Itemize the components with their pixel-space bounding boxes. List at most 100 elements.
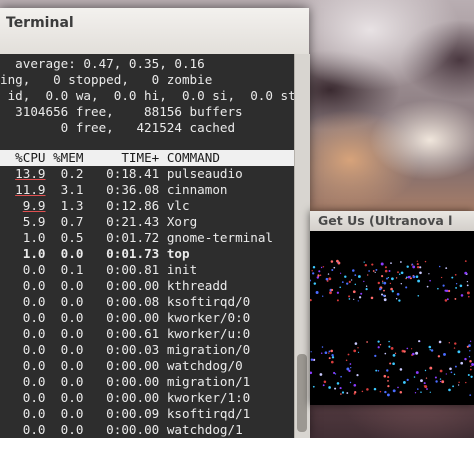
command-value: kworker/0:0 bbox=[159, 310, 251, 325]
visualization-dot bbox=[379, 390, 382, 393]
visualization-dot bbox=[361, 390, 364, 393]
cpu-value: 1.0 bbox=[0, 246, 46, 261]
process-row: 0.0 0.0 0:00.00 watchdog/1 bbox=[0, 422, 243, 438]
visualization-dot bbox=[470, 365, 472, 368]
column-header-mem: %MEM bbox=[45, 150, 84, 165]
visualization-dot bbox=[386, 393, 390, 397]
visualization-dot bbox=[469, 368, 472, 371]
terminal-window[interactable]: Terminal average: 0.47, 0.35, 0.16 ing, … bbox=[0, 8, 310, 438]
visualization-dot bbox=[350, 279, 353, 281]
command-value: watchdog/0 bbox=[159, 358, 243, 373]
visualization-dot bbox=[465, 381, 467, 384]
visualization-dot bbox=[340, 375, 342, 378]
time-value: 0:00.00 bbox=[83, 390, 160, 405]
visualization-dot bbox=[400, 271, 404, 275]
terminal-screen[interactable]: average: 0.47, 0.35, 0.16 ing, 0 stopped… bbox=[0, 54, 294, 438]
column-header-time: TIME+ bbox=[83, 150, 160, 165]
visualization-dot bbox=[339, 272, 342, 274]
visualization-dot bbox=[426, 388, 428, 390]
terminal-titlebar[interactable]: Terminal bbox=[0, 8, 309, 55]
visualization-dot bbox=[354, 283, 357, 286]
visualization-dot bbox=[397, 271, 399, 274]
process-row: 0.0 0.0 0:00.61 kworker/u:0 bbox=[0, 326, 251, 342]
cpu-value: 11.9 bbox=[15, 182, 46, 197]
process-row: 0.0 0.0 0:00.03 migration/0 bbox=[0, 342, 251, 358]
time-value: 0:00.08 bbox=[83, 294, 160, 309]
process-row: 13.9 0.2 0:18.41 pulseaudio bbox=[0, 166, 243, 182]
command-value: init bbox=[159, 262, 198, 277]
visualization-dot bbox=[331, 268, 334, 272]
process-row: 9.9 1.3 0:12.86 vlc bbox=[0, 198, 190, 214]
visualization-dot bbox=[418, 340, 421, 343]
visualization-dot bbox=[363, 280, 365, 283]
process-row: 0.0 0.0 0:00.00 kthreadd bbox=[0, 278, 228, 294]
visualization-dot bbox=[444, 299, 448, 302]
visualization-dot bbox=[310, 371, 313, 375]
visualization-dot bbox=[455, 283, 458, 285]
visualization-dot bbox=[322, 266, 325, 268]
visualization-dot bbox=[379, 344, 382, 346]
visualization-dot bbox=[454, 297, 457, 300]
time-value: 0:21.43 bbox=[83, 214, 160, 229]
visualization-dot bbox=[464, 357, 467, 361]
visualization-dot bbox=[374, 354, 377, 358]
visualization-dot bbox=[310, 279, 312, 282]
cpu-value: 9.9 bbox=[22, 198, 46, 213]
visualization-dot bbox=[312, 385, 315, 388]
visualization-dot bbox=[430, 349, 434, 352]
process-row: 11.9 3.1 0:36.08 cinnamon bbox=[0, 182, 227, 198]
visualization-dot bbox=[424, 260, 427, 263]
cpu-value: 0.0 bbox=[0, 342, 46, 357]
visualization-dot bbox=[317, 274, 320, 277]
command-value: migration/0 bbox=[159, 342, 251, 357]
visualization-dot bbox=[339, 387, 342, 390]
visualization-dot bbox=[464, 271, 468, 275]
visualization-dot bbox=[386, 369, 389, 372]
media-player-title: Get Us (Ultranova l bbox=[318, 213, 453, 228]
mem-value: 0.2 bbox=[45, 166, 84, 181]
mem-value: 0.0 bbox=[45, 406, 84, 421]
visualization-dot bbox=[382, 282, 384, 284]
time-value: 0:00.61 bbox=[83, 326, 160, 341]
visualization-dot bbox=[353, 349, 357, 353]
time-value: 0:00.81 bbox=[83, 262, 160, 277]
visualization-dot bbox=[346, 392, 349, 394]
visualization-dot bbox=[333, 266, 336, 269]
visualization-dot bbox=[448, 388, 451, 392]
visualization-dot bbox=[460, 361, 464, 365]
media-player-window[interactable]: Get Us (Ultranova l bbox=[310, 211, 474, 405]
visualization-dot bbox=[415, 351, 419, 355]
terminal-scrollbar[interactable] bbox=[294, 54, 310, 438]
cpu-value: 0.0 bbox=[0, 294, 46, 309]
visualization-dot bbox=[384, 266, 387, 269]
visualization-dot bbox=[455, 286, 458, 289]
visualization-dot bbox=[451, 276, 454, 279]
visualization-dot bbox=[365, 285, 368, 287]
visualization-dot bbox=[467, 373, 470, 377]
process-row: 5.9 0.7 0:21.43 Xorg bbox=[0, 214, 197, 230]
visualization-dot bbox=[460, 294, 464, 297]
visualization-dot bbox=[416, 260, 418, 262]
visualization-dot bbox=[387, 276, 390, 279]
visualization-dot bbox=[363, 261, 365, 263]
visualization-dot bbox=[310, 351, 312, 353]
visualization-dot bbox=[352, 269, 355, 272]
visualization-dot bbox=[469, 394, 472, 396]
visualization-dot bbox=[336, 259, 339, 263]
visualization-dot bbox=[398, 273, 401, 275]
visualization-dot bbox=[439, 369, 443, 373]
visualization-dot bbox=[403, 350, 406, 353]
media-player-titlebar[interactable]: Get Us (Ultranova l bbox=[310, 211, 474, 231]
visualization-dot bbox=[466, 280, 469, 283]
visualization-dot bbox=[419, 266, 422, 269]
visualization-dot bbox=[358, 296, 362, 299]
visualization-dot bbox=[392, 362, 395, 366]
visualization-dot bbox=[392, 354, 396, 357]
summary-line: 0 free, 421524 cached bbox=[0, 120, 236, 135]
mem-value: 1.3 bbox=[45, 198, 84, 213]
visualization-dot bbox=[349, 381, 352, 384]
visualization-dot bbox=[453, 373, 456, 376]
mem-value: 0.1 bbox=[45, 262, 84, 277]
scrollbar-thumb[interactable] bbox=[297, 354, 307, 432]
summary-line: average: 0.47, 0.35, 0.16 bbox=[0, 56, 205, 71]
